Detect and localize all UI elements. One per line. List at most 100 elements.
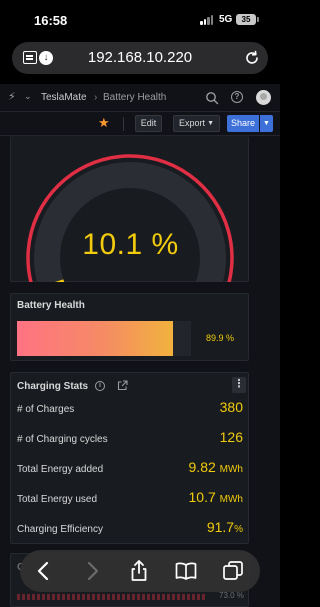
chevron-down-icon[interactable]: ⌄: [24, 91, 32, 102]
bookmarks-icon[interactable]: [174, 559, 198, 583]
partial-panel-bar: [117, 594, 120, 600]
stat-row: # of Charging cycles 126: [17, 425, 243, 455]
partial-panel-bar: [102, 594, 105, 600]
partial-panel-bar: [202, 594, 205, 600]
panel-title: Battery Health: [17, 300, 85, 311]
back-icon[interactable]: [32, 559, 56, 583]
partial-panel-bar: [62, 594, 65, 600]
share-button[interactable]: Share: [227, 115, 259, 132]
partial-panel-value: 73.0 %: [219, 591, 244, 600]
stat-number: 10.7: [188, 489, 216, 505]
forward-icon[interactable]: [80, 559, 104, 583]
partial-panel-bars: [17, 594, 243, 600]
stat-unit: %: [234, 524, 243, 535]
battery-health-panel: Battery Health 89.9 %: [10, 293, 249, 361]
partial-panel-bar: [187, 594, 190, 600]
partial-panel-bar: [152, 594, 155, 600]
export-button[interactable]: Export ▼: [173, 115, 220, 132]
help-icon[interactable]: ?: [231, 91, 243, 103]
partial-panel-bar: [157, 594, 160, 600]
panel-title: Charging Stats: [17, 381, 89, 392]
share-icon[interactable]: [127, 559, 151, 583]
stat-value: 9.82 MWh: [189, 459, 243, 475]
battery-cap: [257, 17, 259, 22]
partial-panel-bar: [172, 594, 175, 600]
battery-level: 35: [241, 15, 251, 24]
partial-panel-bar: [67, 594, 70, 600]
external-link-icon[interactable]: [117, 380, 128, 391]
stat-row: Charging Efficiency 91.7%: [17, 515, 243, 545]
stat-value: 380: [220, 399, 243, 415]
menu-icon[interactable]: ⋮: [232, 377, 246, 393]
stat-label: Charging Efficiency: [17, 524, 103, 535]
battery-icon: 35: [236, 14, 256, 25]
info-icon[interactable]: i: [95, 381, 105, 391]
breadcrumb-page[interactable]: Battery Health: [103, 92, 166, 103]
search-icon[interactable]: [205, 91, 219, 105]
breadcrumb-separator: ›: [94, 92, 98, 103]
partial-panel-bar: [17, 594, 20, 600]
url-text[interactable]: 192.168.10.220: [12, 42, 268, 74]
reload-icon[interactable]: [244, 50, 260, 66]
partial-panel-bar: [82, 594, 85, 600]
partial-panel-bar: [112, 594, 115, 600]
stat-unit: MWh: [219, 464, 243, 475]
browser-toolbar: [20, 550, 260, 592]
partial-panel-bar: [182, 594, 185, 600]
partial-panel-bar: [37, 594, 40, 600]
grafana-logo-icon[interactable]: ⚡: [8, 90, 16, 103]
partial-panel-bar: [22, 594, 25, 600]
gauge-value: 10.1 %: [82, 228, 179, 261]
toolbar-divider: [123, 117, 124, 131]
dashboard-body: 10.1 % Battery Health 89.9 % Charging St…: [0, 136, 280, 607]
stat-value: 126: [220, 429, 243, 445]
partial-panel-bar: [32, 594, 35, 600]
partial-panel-bar: [87, 594, 90, 600]
stat-number: 9.82: [188, 459, 216, 475]
health-bar-track: [17, 321, 191, 356]
partial-panel-bar: [97, 594, 100, 600]
partial-panel-bar: [92, 594, 95, 600]
chevron-down-icon: ▼: [207, 120, 214, 127]
partial-panel-bar: [72, 594, 75, 600]
cellular-signal-icon: [200, 15, 214, 25]
partial-panel-bar: [127, 594, 130, 600]
health-bar-fill: [17, 321, 174, 356]
partial-panel-bar: [107, 594, 110, 600]
stat-label: Total Energy added: [17, 464, 104, 475]
stat-label: # of Charging cycles: [17, 434, 108, 445]
health-value: 89.9 %: [206, 333, 235, 343]
partial-panel-bar: [122, 594, 125, 600]
partial-panel-bar: [177, 594, 180, 600]
partial-panel-bar: [52, 594, 55, 600]
partial-panel-bar: [57, 594, 60, 600]
stat-row: Total Energy added 9.82 MWh: [17, 455, 243, 485]
partial-panel-bar: [137, 594, 140, 600]
star-icon[interactable]: ★: [98, 116, 110, 130]
stat-row: # of Charges 380: [17, 395, 243, 425]
partial-panel-bar: [142, 594, 145, 600]
share-dropdown-button[interactable]: ▼: [260, 115, 273, 132]
partial-panel-bar: [162, 594, 165, 600]
breadcrumb-app[interactable]: TeslaMate: [41, 92, 87, 103]
partial-panel-bar: [167, 594, 170, 600]
tabs-icon[interactable]: [221, 559, 245, 583]
charging-stats-panel: Charging Stats i ⋮ # of Charges 380 # of…: [10, 372, 249, 544]
stat-value: 91.7%: [207, 519, 243, 535]
partial-panel-bar: [42, 594, 45, 600]
partial-panel-bar: [197, 594, 200, 600]
stat-number: 91.7: [206, 519, 235, 535]
status-time: 16:58: [34, 13, 68, 28]
scrollbar[interactable]: [252, 136, 280, 607]
partial-panel-bar: [47, 594, 50, 600]
stat-label: # of Charges: [17, 404, 75, 415]
stat-row: Total Energy used 10.7 MWh: [17, 485, 243, 515]
address-bar[interactable]: ↓ 192.168.10.220: [12, 42, 268, 74]
stat-unit: MWh: [219, 494, 243, 505]
network-type: 5G: [219, 14, 233, 25]
export-label: Export: [179, 118, 206, 128]
gauge-panel: 10.1 %: [10, 136, 249, 282]
edit-button[interactable]: Edit: [135, 115, 162, 132]
partial-panel-bar: [77, 594, 80, 600]
avatar[interactable]: [256, 90, 271, 105]
